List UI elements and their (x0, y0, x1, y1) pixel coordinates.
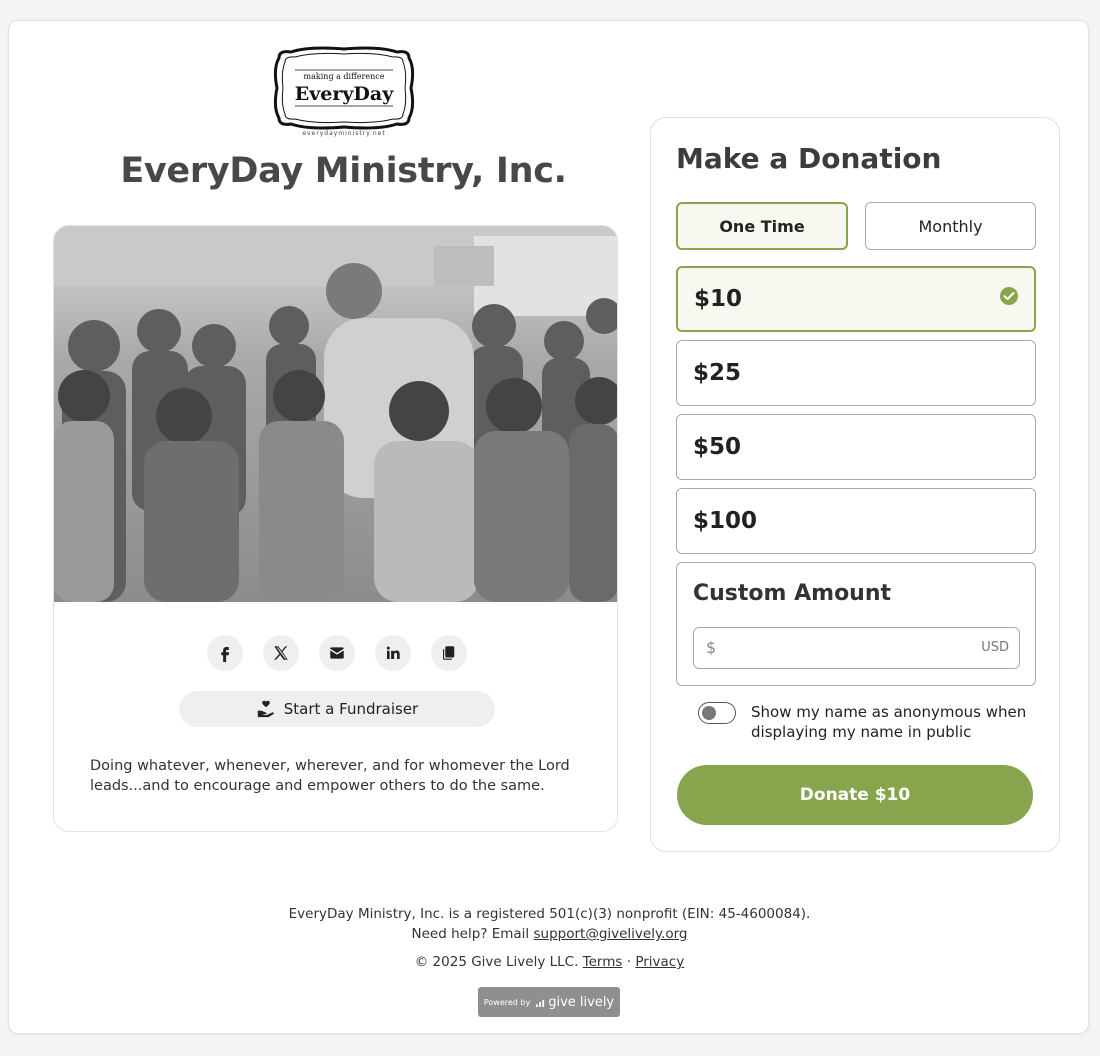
share-x-button[interactable] (262, 635, 299, 671)
frequency-monthly-button[interactable]: Monthly (865, 202, 1036, 250)
nonprofit-statement: EveryDay Ministry, Inc. is a registered … (288, 906, 811, 922)
share-row (54, 635, 617, 671)
email-icon (329, 647, 344, 659)
support-email-link[interactable]: support@givelively.org (533, 926, 687, 942)
amount-option-10[interactable]: $10 (676, 266, 1036, 332)
privacy-link[interactable]: Privacy (635, 954, 684, 970)
share-facebook-button[interactable] (206, 635, 243, 671)
page-title: EveryDay Ministry, Inc. (120, 151, 567, 191)
amount-option-label: $100 (693, 508, 758, 534)
custom-amount-field[interactable]: $ USD (693, 627, 1020, 669)
x-icon (273, 646, 288, 660)
frequency-one-time-button[interactable]: One Time (676, 202, 848, 250)
footer: EveryDay Ministry, Inc. is a registered … (9, 904, 1090, 972)
signal-icon (536, 999, 545, 1007)
svg-text:EveryDay: EveryDay (295, 83, 394, 105)
anonymous-toggle[interactable] (698, 702, 736, 724)
amount-option-50[interactable]: $50 (676, 414, 1036, 480)
logo-url: everydayministry.net (302, 130, 386, 137)
mission-statement: Doing whatever, whenever, wherever, and … (90, 758, 570, 794)
org-logo: making a difference EveryDay everydaymin… (259, 46, 429, 138)
currency-code: USD (981, 640, 1009, 655)
logo-badge: making a difference EveryDay (273, 46, 415, 130)
check-circle-icon (1000, 287, 1018, 305)
share-email-button[interactable] (318, 635, 355, 671)
donation-form: Make a Donation One Time Monthly $10 $25… (650, 117, 1060, 852)
start-fundraiser-button[interactable]: Start a Fundraiser (179, 691, 495, 727)
help-prefix: Need help? Email (411, 926, 530, 942)
help-line: Need help? Email support@givelively.org (9, 924, 1090, 944)
copy-link-icon (442, 646, 454, 660)
powered-by-label: Powered by (483, 997, 531, 1007)
share-linkedin-button[interactable] (374, 635, 411, 671)
linkedin-icon (386, 646, 400, 659)
amount-option-25[interactable]: $25 (676, 340, 1036, 406)
amount-option-label: $25 (693, 360, 742, 386)
svg-text:making a difference: making a difference (304, 72, 385, 81)
amount-option-100[interactable]: $100 (676, 488, 1036, 554)
donation-title: Make a Donation (676, 142, 942, 175)
copy-link-button[interactable] (430, 635, 467, 671)
footer-separator: · (626, 954, 632, 970)
facebook-icon (220, 647, 229, 662)
donate-button[interactable]: Donate $10 (677, 765, 1033, 825)
powered-by-badge[interactable]: Powered by give lively (478, 987, 620, 1017)
give-lively-brand: give lively (536, 995, 614, 1010)
currency-symbol: $ (706, 638, 717, 657)
copyright-line: © 2025 Give Lively LLC. Terms · Privacy (9, 952, 1090, 972)
copyright-text: © 2025 Give Lively LLC. (414, 954, 579, 970)
custom-amount-label: Custom Amount (693, 581, 892, 606)
page-card: making a difference EveryDay everydaymin… (8, 20, 1089, 1034)
custom-amount-input[interactable] (724, 634, 964, 662)
campaign-card: Start a Fundraiser Doing whatever, whene… (53, 225, 618, 832)
amount-option-label: $50 (693, 434, 742, 460)
terms-link[interactable]: Terms (583, 954, 623, 970)
give-lively-wordmark: give lively (548, 994, 615, 1010)
toggle-knob (702, 706, 716, 720)
amount-option-label: $10 (694, 286, 743, 312)
hero-photo (54, 226, 617, 602)
anonymous-label: Show my name as anonymous when displayin… (751, 703, 1027, 741)
custom-amount-section: Custom Amount $ USD (676, 562, 1036, 686)
hand-heart-icon (257, 700, 274, 718)
start-fundraiser-label: Start a Fundraiser (283, 700, 419, 718)
